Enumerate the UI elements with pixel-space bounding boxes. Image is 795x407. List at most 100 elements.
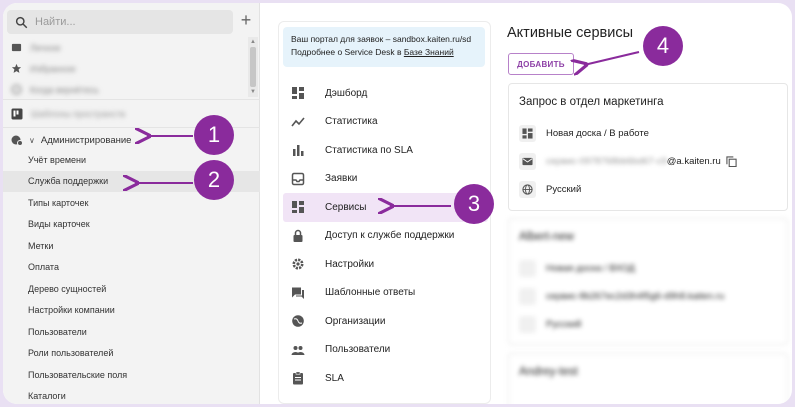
scrollbar-thumb[interactable] [250,47,256,87]
sidebar: + Личное Избранное Когда вернётесь ▲ ▼ [3,3,260,404]
sidebar-item-templates[interactable]: Шаблоны пространств [11,106,125,122]
favorites-item-label: Избранное [30,63,76,74]
admin-item-label: Дерево сущностей [28,283,107,294]
app-window: + Личное Избранное Когда вернётесь ▲ ▼ [3,3,792,404]
service-board-text: Новая доска / В работе [546,127,649,139]
sidebar-item-administration[interactable]: ∨ Администрирование [11,132,131,148]
admin-item-label: Виды карточек [28,219,90,230]
service-language-text: Русский [546,318,582,330]
search-box[interactable] [7,10,233,34]
star-icon [11,63,22,73]
favorites-item-label: Когда вернётесь [30,84,99,95]
service-language-row: Русский [519,180,581,198]
copy-icon[interactable] [726,155,737,167]
menu-item-label: SLA [325,372,344,384]
annotation-badge-2: 2 [194,160,234,200]
menu-item-label: Статистика [325,116,378,128]
service-email-local: сервис-8b267ec2d3h4f5g6-d9h8. [546,290,688,302]
menu-item-dashboard[interactable]: Дэшборд [279,79,492,108]
language-globe-icon [519,315,536,333]
menu-item-label: Шаблонные ответы [325,287,416,299]
scroll-down-icon[interactable]: ▼ [250,89,256,95]
inbox-icon [11,43,22,52]
search-input[interactable] [35,16,215,28]
service-language-row: Русский [519,315,581,333]
admin-item-label: Метки [28,240,54,251]
admin-item-users[interactable]: Пользователи [3,321,260,343]
admin-item-entity-tree[interactable]: Дерево сущностей [3,278,260,300]
board-icon [519,259,536,277]
service-card[interactable]: Albert-new Новая доска / ВХОД сервис-8b2… [508,218,788,345]
admin-item-catalogs[interactable]: Каталоги [3,386,260,405]
service-card[interactable]: Andrey-test [508,353,788,404]
service-board-row: Новая доска / В работе [519,124,649,142]
favorites-list: Личное Избранное Когда вернётесь [3,37,248,95]
menu-item-statistics[interactable]: Статистика [279,108,492,137]
menu-item-label: Дэшборд [325,87,368,99]
scroll-up-icon[interactable]: ▲ [250,39,256,45]
annotation-badge-1: 1 [194,115,234,155]
menu-item-label: Организации [325,315,386,327]
portal-kb-prefix: Подробнее о Service Desk в [291,47,404,57]
board-icon [519,124,536,142]
service-card[interactable]: Запрос в отдел маркетинга Новая доска / … [508,83,788,211]
chevron-down-icon[interactable]: ∨ [29,136,35,145]
admin-item-label: Учёт времени [28,154,87,165]
service-board-text: Новая доска / ВХОД [546,262,635,274]
favorites-item[interactable]: Личное [3,37,248,58]
favorites-item[interactable]: Когда вернётесь [3,79,248,100]
menu-item-label: Настройки [325,258,375,270]
menu-item-templates[interactable]: Шаблонные ответы [279,279,492,308]
chat-icon [292,287,304,299]
admin-item-label: Пользователи [28,326,87,337]
add-space-button[interactable]: + [238,11,254,30]
admin-item-billing[interactable]: Оплата [3,257,260,279]
admin-item-tags[interactable]: Метки [3,235,260,257]
menu-item-organizations[interactable]: Организации [279,307,492,336]
lock-icon [293,229,303,242]
admin-item-card-views[interactable]: Виды карточек [3,214,260,236]
admin-item-custom-fields[interactable]: Пользовательские поля [3,364,260,386]
bar-chart-icon [293,145,304,157]
admin-item-company-settings[interactable]: Настройки компании [3,300,260,322]
knowledge-base-link[interactable]: Базе Знаний [404,47,454,57]
mail-icon [519,152,536,170]
language-globe-icon [519,180,536,198]
add-service-button[interactable]: ДОБАВИТЬ [508,53,574,75]
menu-item-label: Доступ к службе поддержки [325,230,455,242]
service-card-title: Andrey-test [519,366,578,378]
sidebar-scrollbar[interactable]: ▲ ▼ [248,37,258,97]
menu-item-label: Пользователи [325,344,391,356]
menu-item-settings[interactable]: Настройки [279,250,492,279]
admin-item-label: Оплата [28,262,59,273]
favorites-item[interactable]: Избранное [3,58,248,79]
clipboard-icon [293,371,303,385]
menu-item-sla-statistics[interactable]: Статистика по SLA [279,136,492,165]
search-icon [15,16,28,28]
menu-item-label: Статистика по SLA [325,144,413,156]
service-email-domain: kaiten.ru [687,290,725,302]
inbox-tray-icon [291,172,305,185]
service-card-title: Запрос в отдел маркетинга [519,96,664,108]
divider [3,99,260,100]
history-icon [11,84,22,95]
menu-item-sla[interactable]: SLA [279,364,492,393]
globe-icon [292,315,304,328]
page-title: Активные сервисы [507,25,633,41]
admin-item-label: Типы карточек [28,197,89,208]
menu-item-access[interactable]: Доступ к службе поддержки [279,222,492,251]
dashboard-icon [292,201,304,214]
admin-gear-icon [11,135,23,146]
admin-item-label: Каталоги [28,391,66,402]
service-board-row: Новая доска / ВХОД [519,259,635,277]
people-icon [291,345,305,355]
menu-item-label: Сервисы [325,201,367,213]
arrow-to-add-button [584,51,640,65]
admin-item-user-roles[interactable]: Роли пользователей [3,343,260,365]
service-email-row: сервис-8b267ec2d3h4f5g6-d9h8. kaiten.ru [519,287,724,305]
menu-item-users[interactable]: Пользователи [279,336,492,365]
service-card-title: Albert-new [519,231,574,243]
admin-item-label: Служба поддержки [28,176,109,187]
annotation-badge-3: 3 [454,184,494,224]
service-email-row: сервис-0978768bb6bd67-c9 @a.kaiten.ru [519,152,737,170]
